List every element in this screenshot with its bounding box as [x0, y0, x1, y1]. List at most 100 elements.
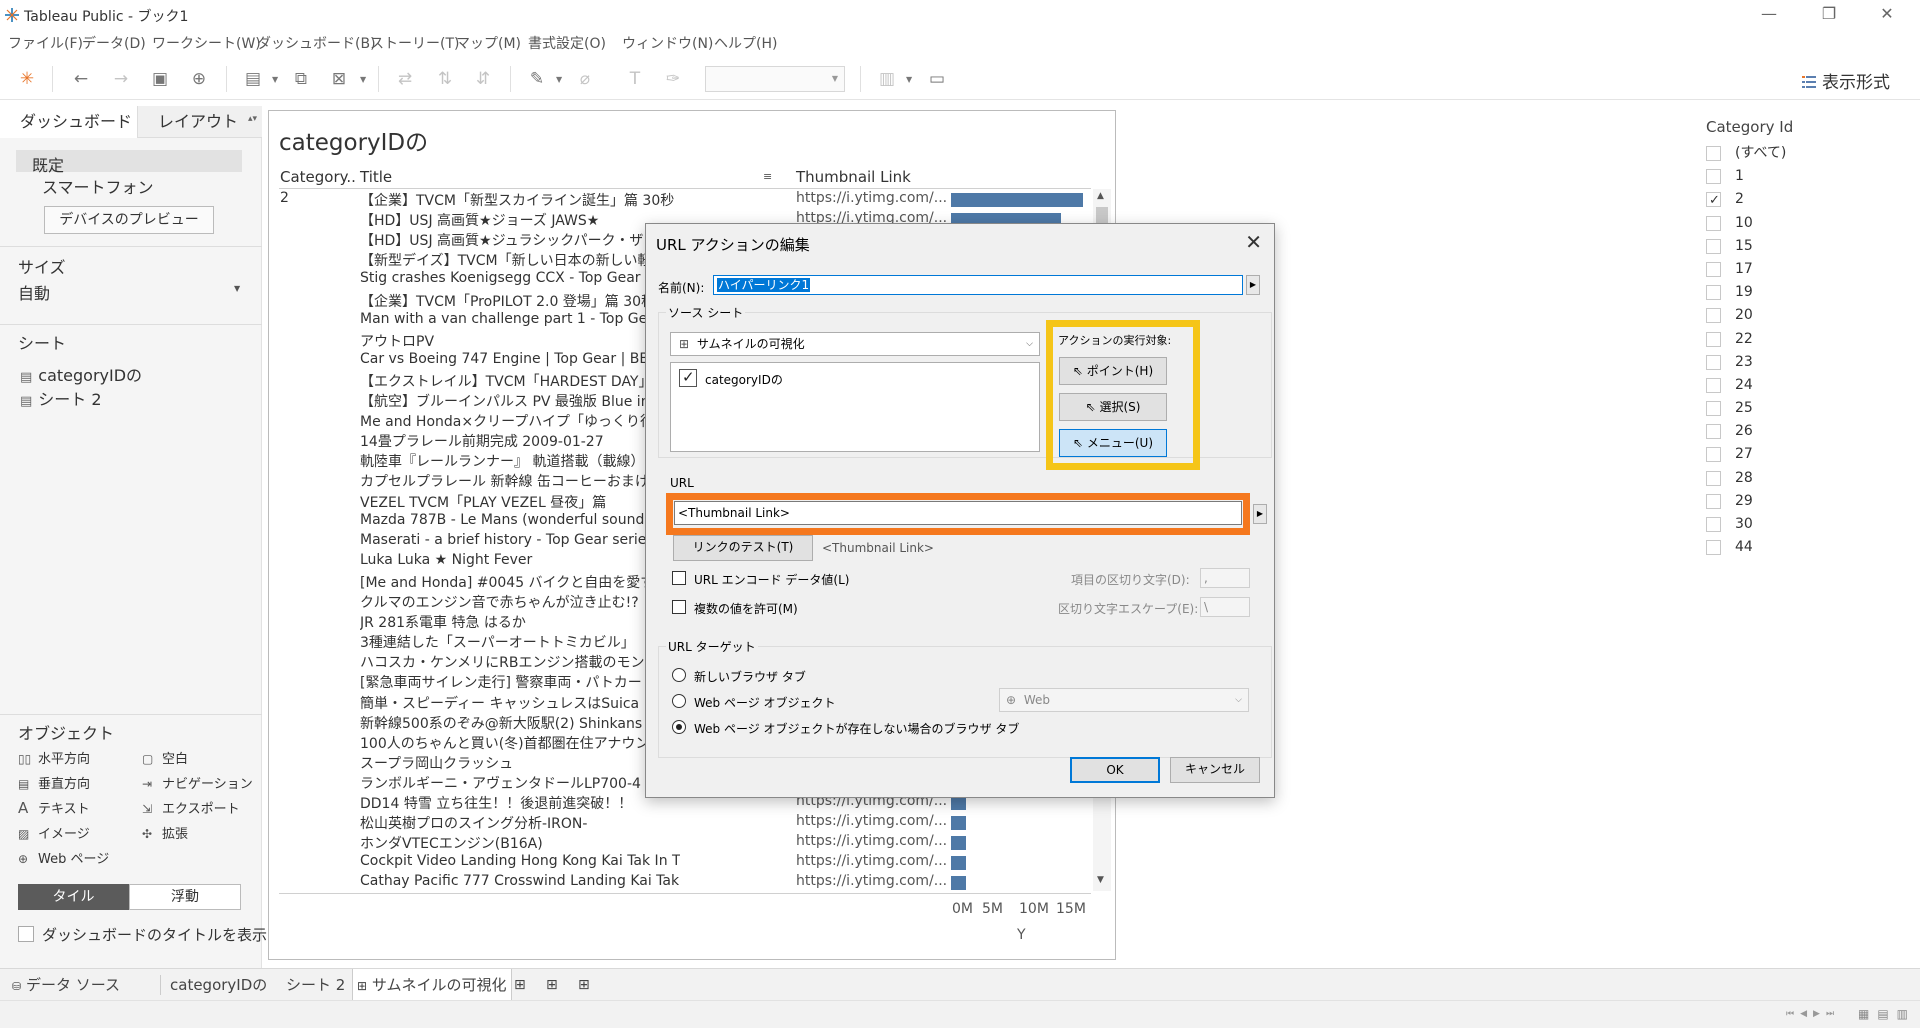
filter-item[interactable]: 25	[1706, 397, 1906, 420]
filter-item[interactable]: 28	[1706, 467, 1906, 490]
tab-dashboard[interactable]: ダッシュボード	[0, 106, 138, 138]
filter-item[interactable]: (すべて)	[1706, 142, 1906, 165]
size-dropdown-value[interactable]: 自動	[18, 280, 50, 304]
new-worksheet-icon[interactable]: ⊞	[510, 969, 530, 1001]
sort-descending-icon[interactable]: ⇵	[470, 66, 496, 92]
filter-checkbox[interactable]	[1706, 377, 1721, 393]
show-hide-cards-icon[interactable]: ▥	[874, 66, 900, 92]
filter-checkbox[interactable]	[1706, 331, 1721, 347]
clear-sheet-icon[interactable]: ⊠	[326, 66, 352, 92]
target-web-object-radio[interactable]	[672, 694, 686, 708]
menu-story[interactable]: ストーリー(T)	[370, 33, 459, 53]
filter-item[interactable]: 26	[1706, 420, 1906, 443]
tableau-home-icon[interactable]: ✳	[14, 66, 40, 92]
new-story-icon[interactable]: ⊞	[574, 969, 594, 1001]
filter-checkbox[interactable]	[1706, 424, 1721, 440]
object-web-page[interactable]: ⊕ Web ページ	[18, 848, 109, 867]
filter-checkbox[interactable]	[1706, 215, 1721, 231]
row-bar[interactable]	[951, 856, 966, 871]
tile-toggle[interactable]: タイル	[18, 884, 129, 910]
menu-help[interactable]: ヘルプ(H)	[714, 33, 777, 53]
pin-icon[interactable]: ✑	[660, 66, 686, 92]
fit-dropdown[interactable]: ▼	[705, 66, 845, 92]
filter-item[interactable]: 27	[1706, 443, 1906, 466]
device-default-item[interactable]: 既定	[16, 150, 242, 175]
tab-sheet-2[interactable]: シート 2	[282, 969, 349, 1001]
floating-toggle[interactable]: 浮動	[129, 884, 241, 910]
scroll-down-icon[interactable]: ▼	[1097, 875, 1104, 885]
target-fallback-radio[interactable]	[672, 720, 686, 734]
chevron-down-icon[interactable]: ▼	[556, 75, 562, 84]
menu-dashboard[interactable]: ダッシュボード(B)	[257, 33, 376, 53]
item-delimiter-field[interactable]: ,	[1200, 568, 1250, 588]
object-horizontal[interactable]: ▯▯ 水平方向	[18, 748, 90, 767]
column-header-title[interactable]: Title	[360, 168, 392, 186]
presentation-mode-icon[interactable]: ▭	[924, 66, 950, 92]
scroll-up-icon[interactable]: ▲	[1097, 191, 1104, 201]
table-row[interactable]: Cathay Pacific 777 Crosswind Landing Kai…	[269, 873, 1099, 893]
source-sheet-dropdown[interactable]: ⊞ サムネイルの可視化 ⌵	[670, 332, 1040, 356]
add-data-source-icon[interactable]: ⊕	[186, 66, 212, 92]
name-field[interactable]: ハイパーリンク1	[713, 275, 1243, 295]
sort-icon[interactable]: ≡	[763, 170, 772, 183]
object-text[interactable]: A テキスト	[18, 798, 90, 817]
menu-data[interactable]: データ(D)	[82, 33, 146, 53]
filter-checkbox[interactable]	[1706, 146, 1721, 161]
chevron-down-icon[interactable]: ▼	[360, 75, 366, 84]
row-thumbnail-link[interactable]: https://i.ytimg.com/...	[796, 853, 947, 869]
redo-icon[interactable]: →	[108, 66, 134, 92]
filter-checkbox[interactable]	[1706, 401, 1721, 417]
url-encode-checkbox[interactable]	[672, 571, 686, 585]
escape-field[interactable]: \	[1200, 597, 1250, 617]
table-row[interactable]: 松山英樹プロのスイング分析-IRON-https://i.ytimg.com/.…	[269, 813, 1099, 833]
close-icon[interactable]: ✕	[1245, 230, 1262, 254]
save-icon[interactable]: ▣	[147, 66, 173, 92]
run-on-menu-button[interactable]: ⇖ メニュー(U)	[1059, 429, 1167, 457]
filter-checkbox[interactable]	[1706, 308, 1721, 324]
tab-navigation-icon[interactable]: ⏮◀▶⏭	[1786, 1009, 1840, 1019]
filter-item[interactable]: 23	[1706, 351, 1906, 374]
url-insert-button[interactable]: ▶	[1253, 504, 1267, 524]
object-vertical[interactable]: ▤ 垂直方向	[18, 773, 90, 792]
view-mode-icon[interactable]: ▦▤▥	[1858, 1007, 1916, 1021]
menu-file[interactable]: ファイル(F)	[8, 33, 83, 53]
filter-item[interactable]: 19	[1706, 281, 1906, 304]
column-header-thumbnail-link[interactable]: Thumbnail Link	[796, 168, 911, 186]
object-navigation[interactable]: ⇥ ナビゲーション	[142, 773, 253, 792]
object-image[interactable]: ▨ イメージ	[18, 823, 90, 842]
filter-item[interactable]: 1	[1706, 165, 1906, 188]
filter-item[interactable]: 20	[1706, 304, 1906, 327]
row-bar[interactable]	[951, 876, 966, 891]
menu-window[interactable]: ウィンドウ(N)	[622, 33, 713, 53]
web-object-dropdown[interactable]: ⊕ Web ⌵	[999, 688, 1249, 712]
table-row[interactable]: ホンダVTECエンジン(B16A) https://i.ytimg.com/...	[269, 833, 1099, 853]
filter-checkbox[interactable]	[1706, 517, 1721, 532]
row-thumbnail-link[interactable]: https://i.ytimg.com/...	[796, 813, 947, 829]
sheet-item[interactable]: ▤ categoryIDの	[20, 362, 142, 386]
menu-worksheet[interactable]: ワークシート(W)	[152, 33, 261, 53]
row-bar[interactable]	[951, 816, 966, 831]
row-bar[interactable]	[951, 836, 966, 851]
filter-checkbox[interactable]: ✓	[1706, 192, 1721, 208]
minimize-button[interactable]: —	[1754, 4, 1784, 26]
object-export[interactable]: ⇲ エクスポート	[142, 798, 240, 817]
swap-rows-columns-icon[interactable]: ⇄	[392, 66, 418, 92]
filter-item[interactable]: 44	[1706, 536, 1906, 559]
filter-checkbox[interactable]	[1706, 354, 1721, 370]
filter-checkbox[interactable]	[1706, 169, 1721, 185]
menu-format[interactable]: 書式設定(O)	[528, 33, 606, 53]
filter-checkbox[interactable]	[1706, 261, 1721, 277]
label-icon[interactable]: T	[622, 66, 648, 92]
group-icon[interactable]: ⌀	[572, 66, 598, 92]
new-dashboard-icon[interactable]: ⊞	[542, 969, 562, 1001]
table-row[interactable]: 【企業】TVCM「新型スカイライン誕生」篇 30秒 https://i.ytimg…	[269, 190, 1099, 210]
filter-item[interactable]: 29	[1706, 490, 1906, 513]
filter-item[interactable]: 15	[1706, 235, 1906, 258]
column-header-category[interactable]: Category..	[280, 168, 356, 186]
cancel-button[interactable]: キャンセル	[1170, 757, 1260, 783]
filter-checkbox[interactable]	[1706, 540, 1721, 556]
run-on-hover-button[interactable]: ⇖ ポイント(H)	[1059, 357, 1167, 385]
target-new-tab-radio[interactable]	[672, 668, 686, 682]
tab-data-source[interactable]: ⛁ データ ソース	[8, 969, 124, 1001]
tab-layout[interactable]: レイアウト	[138, 106, 262, 138]
